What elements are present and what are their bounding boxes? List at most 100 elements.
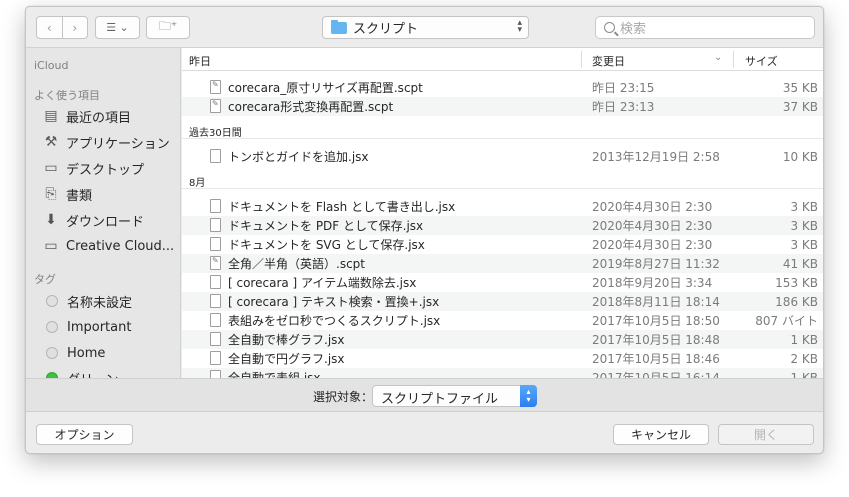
sidebar-tag-important[interactable]: Important xyxy=(42,317,131,337)
tag-dot-icon xyxy=(46,321,58,333)
file-date: 昨日 23:15 xyxy=(592,81,655,95)
document-file-icon xyxy=(210,199,221,213)
sidebar-item-label: 最近の項目 xyxy=(66,110,132,126)
applications-icon: ⚒ xyxy=(44,134,58,150)
file-date: 2019年8月27日 11:32 xyxy=(592,257,720,271)
file-date: 2017年10月5日 18:46 xyxy=(592,352,720,366)
file-size: 153 KB xyxy=(775,275,818,290)
column-size[interactable]: サイズ xyxy=(745,53,778,69)
script-file-icon xyxy=(210,80,221,94)
sidebar-item-label: デスクトップ xyxy=(66,162,145,178)
sidebar-item-applications[interactable]: ⚒ アプリケーション xyxy=(42,132,170,152)
sidebar: iCloud よく使う項目 ▤ 最近の項目 ⚒ アプリケーション ▭ デスクトッ… xyxy=(26,48,181,378)
file-name: 全角／半角（英語）.scpt xyxy=(228,257,365,271)
tag-dot-icon xyxy=(46,347,58,359)
list-view-icon: ☰ ⌄ xyxy=(106,21,129,34)
file-date: 2018年9月20日 3:34 xyxy=(592,276,713,290)
sidebar-item-downloads[interactable]: ⬇ ダウンロード xyxy=(42,210,144,230)
file-size: 37 KB xyxy=(782,99,818,114)
forward-button[interactable]: › xyxy=(61,17,88,38)
file-size: 186 KB xyxy=(775,294,818,309)
column-date[interactable]: 変更日 xyxy=(592,53,625,69)
new-folder-icon: 🗀⁺ xyxy=(158,19,178,33)
file-row[interactable]: 全自動で棒グラフ.jsx 2017年10月5日 18:48 1 KB xyxy=(182,330,823,349)
script-file-icon xyxy=(210,99,221,113)
cancel-button[interactable]: キャンセル xyxy=(613,424,709,445)
updown-arrows-icon: ▴ ▾ xyxy=(517,18,522,35)
file-date: 2017年10月5日 16:14 xyxy=(592,371,720,378)
file-row[interactable]: ドキュメントを PDF として保存.jsx 2020年4月30日 2:30 3 KB xyxy=(182,216,823,235)
file-row[interactable]: corecara形式変換再配置.scpt 昨日 23:13 37 KB xyxy=(182,97,823,116)
documents-icon: ⎘ xyxy=(45,186,57,202)
file-row[interactable]: [ corecara ] アイテム端数除去.jsx 2018年9月20日 3:34… xyxy=(182,273,823,292)
file-row[interactable]: corecara_原寸リサイズ再配置.scpt 昨日 23:15 35 KB xyxy=(182,78,823,97)
file-row[interactable]: [ corecara ] テキスト検索・置換+.jsx 2018年8月11日 18… xyxy=(182,292,823,311)
location-label: スクリプト xyxy=(353,22,419,37)
location-popup[interactable]: スクリプト ▴ ▾ xyxy=(322,16,529,39)
nav-buttons: ‹ › xyxy=(36,16,88,39)
document-file-icon xyxy=(210,332,221,346)
downloads-icon: ⬇ xyxy=(45,212,57,228)
sidebar-item-desktop[interactable]: ▭ デスクトップ xyxy=(42,158,144,178)
file-name: [ corecara ] テキスト検索・置換+.jsx xyxy=(228,295,440,309)
file-name: ドキュメントを Flash として書き出し.jsx xyxy=(228,200,456,214)
tag-dot-icon xyxy=(46,295,58,307)
file-size: 3 KB xyxy=(790,218,818,233)
file-size: 2 KB xyxy=(790,351,818,366)
search-field[interactable]: 検索 xyxy=(595,16,815,39)
file-size: 10 KB xyxy=(782,149,818,164)
file-date: 昨日 23:13 xyxy=(592,100,655,114)
document-file-icon xyxy=(210,218,221,232)
file-size: 807 バイト xyxy=(755,314,818,328)
file-size: 3 KB xyxy=(790,199,818,214)
file-size: 3 KB xyxy=(790,237,818,252)
sidebar-item-recents[interactable]: ▤ 最近の項目 xyxy=(42,106,131,126)
file-row[interactable]: ドキュメントを SVG として保存.jsx 2020年4月30日 2:30 3 KB xyxy=(182,235,823,254)
sidebar-item-creative-cloud[interactable]: ▭ Creative Cloud... xyxy=(42,236,174,256)
document-file-icon xyxy=(210,294,221,308)
sidebar-item-documents[interactable]: ⎘ 書類 xyxy=(42,184,92,204)
view-mode-button[interactable]: ☰ ⌄ xyxy=(95,16,140,39)
file-name: 全自動で棒グラフ.jsx xyxy=(228,333,345,347)
document-file-icon xyxy=(210,237,221,251)
format-value: スクリプトファイル xyxy=(381,392,499,407)
file-date: 2013年12月19日 2:58 xyxy=(592,150,720,164)
updown-arrows-icon: ▴ ▾ xyxy=(520,385,537,407)
search-icon xyxy=(604,22,615,33)
column-divider[interactable] xyxy=(581,51,582,68)
format-popup[interactable]: スクリプトファイル ▴ ▾ xyxy=(372,385,537,407)
sidebar-tag-home[interactable]: Home xyxy=(42,343,105,363)
sidebar-tag-green[interactable]: グリーン xyxy=(42,368,118,378)
folder-icon: ▭ xyxy=(44,238,58,254)
file-row[interactable]: トンボとガイドを追加.jsx 2013年12月19日 2:58 10 KB xyxy=(182,147,823,166)
group-header: 8月 xyxy=(182,170,823,189)
file-row[interactable]: ドキュメントを Flash として書き出し.jsx 2020年4月30日 2:30… xyxy=(182,197,823,216)
column-divider[interactable] xyxy=(733,51,734,68)
file-row[interactable]: 全角／半角（英語）.scpt 2019年8月27日 11:32 41 KB xyxy=(182,254,823,273)
new-folder-button[interactable]: 🗀⁺ xyxy=(146,16,190,39)
file-name: ドキュメントを PDF として保存.jsx xyxy=(228,219,424,233)
file-row[interactable]: 表組みをゼロ秒でつくるスクリプト.jsx 2017年10月5日 18:50 807 … xyxy=(182,311,823,330)
open-button[interactable]: 開く xyxy=(718,424,814,445)
search-placeholder: 検索 xyxy=(620,22,647,37)
sidebar-item-label: 名称未設定 xyxy=(67,295,133,311)
sidebar-tag-untitled[interactable]: 名称未設定 xyxy=(42,291,132,311)
file-date: 2020年4月30日 2:30 xyxy=(592,238,713,252)
group-header: 過去30日間 xyxy=(182,120,823,139)
folder-icon xyxy=(331,19,347,34)
options-button[interactable]: オプション xyxy=(36,424,133,445)
file-row[interactable]: 全自動で円グラフ.jsx 2017年10月5日 18:46 2 KB xyxy=(182,349,823,368)
back-button[interactable]: ‹ xyxy=(37,17,62,38)
sidebar-header-favorites: よく使う項目 xyxy=(34,89,100,102)
file-size: 1 KB xyxy=(790,332,818,347)
sort-chevron-icon: ⌄ xyxy=(714,52,723,63)
sidebar-item-label: アプリケーション xyxy=(66,136,170,152)
toolbar: ‹ › ☰ ⌄ 🗀⁺ スクリプト ▴ ▾ 検索 xyxy=(26,7,823,48)
file-row[interactable]: 全自動で表組.jsx 2017年10月5日 16:14 1 KB xyxy=(182,368,823,378)
sidebar-header-icloud[interactable]: iCloud xyxy=(34,59,68,72)
file-name: corecara_原寸リサイズ再配置.scpt xyxy=(228,81,423,95)
chevron-right-icon: › xyxy=(72,20,78,35)
script-file-icon xyxy=(210,256,221,270)
column-header: 昨日 変更日 ⌄ サイズ xyxy=(182,48,823,71)
column-name[interactable]: 昨日 xyxy=(189,53,211,69)
